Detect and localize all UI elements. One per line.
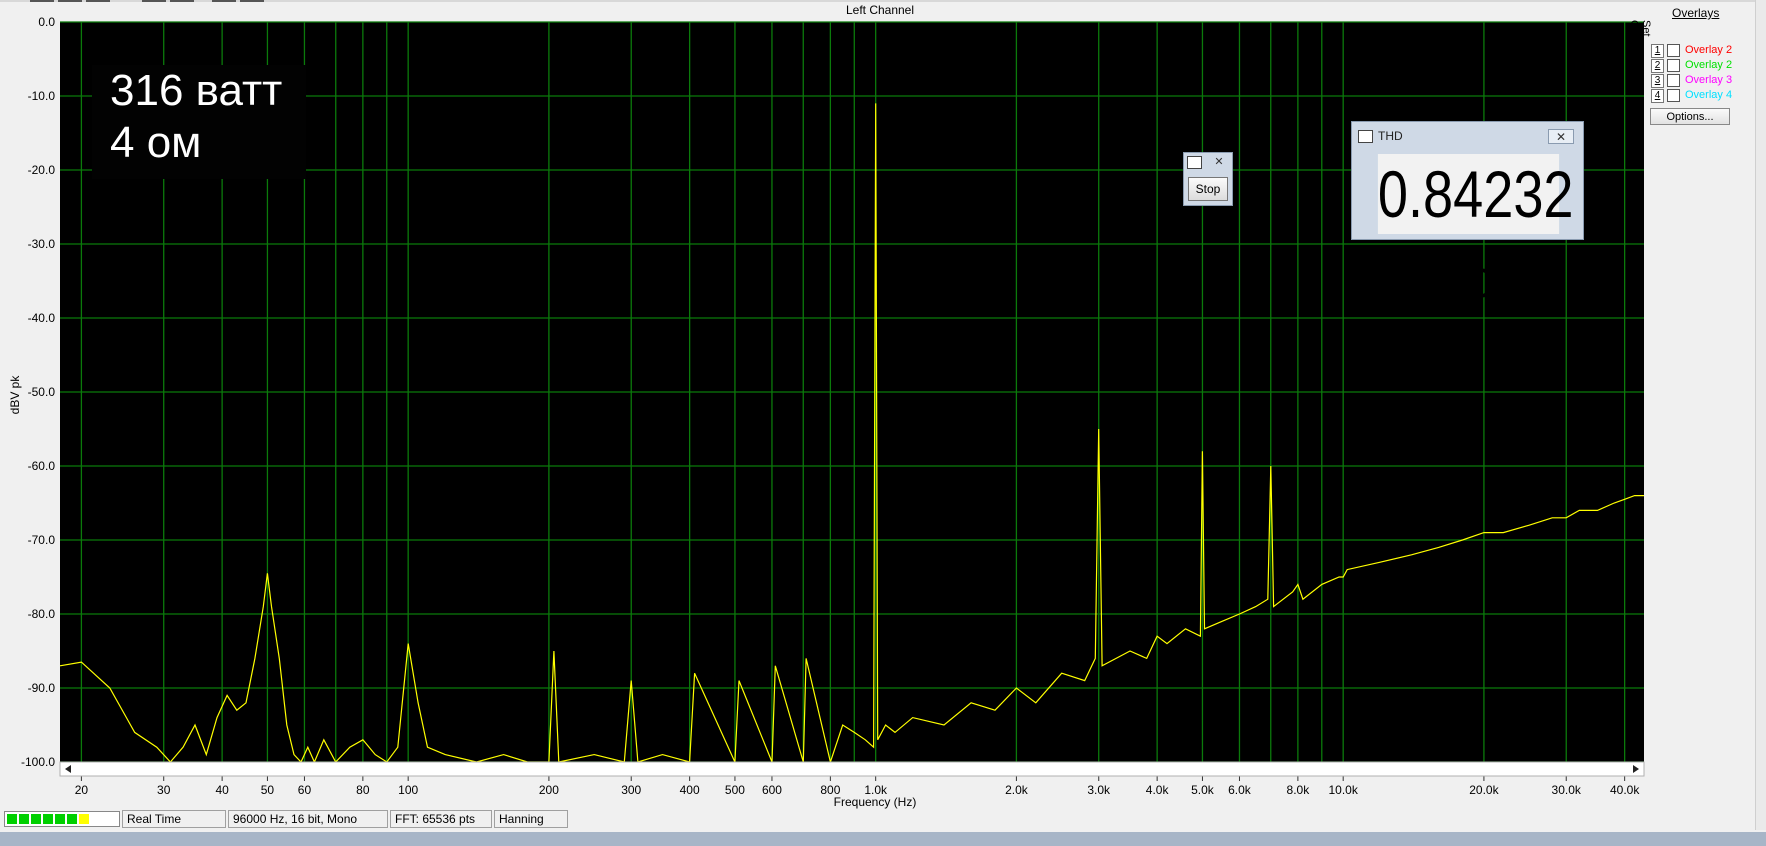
close-icon[interactable]: ✕ — [1211, 156, 1227, 169]
x-tick-label: 30.0k — [1552, 783, 1582, 797]
y-tick-label: -20.0 — [28, 163, 56, 177]
x-tick-label: 20 — [75, 783, 89, 797]
y-axis: 0.0 -10.0 -20.0 -30.0 -40.0 -50.0 -60.0 -70.0 -8… — [21, 15, 55, 769]
y-tick-label: -30.0 — [28, 237, 56, 251]
y-tick-label: -70.0 — [28, 533, 56, 547]
x-tick-label: 20.0k — [1469, 783, 1499, 797]
stop-button[interactable]: Stop — [1188, 177, 1228, 201]
y-tick-label: -100.0 — [21, 755, 55, 769]
x-tick-label: 500 — [725, 783, 745, 797]
overlay-label: Overlay 3 — [1685, 74, 1733, 86]
status-window: Hanning — [494, 810, 568, 828]
status-format: 96000 Hz, 16 bit, Mono — [228, 810, 388, 828]
y-tick-label: -80.0 — [28, 607, 56, 621]
overlay-label: Overlay 2 — [1685, 59, 1733, 71]
x-tick-label: 100 — [398, 783, 418, 797]
y-tick-label: -60.0 — [28, 459, 56, 473]
overlay-label: Overlay 2 — [1685, 44, 1733, 56]
x-tick-label: 50 — [261, 783, 275, 797]
overlay-set-button[interactable]: 4 — [1651, 89, 1664, 103]
stop-window: ✕ Stop — [1183, 152, 1233, 206]
x-tick-label: 40 — [215, 783, 229, 797]
x-tick-label: 30 — [157, 783, 171, 797]
y-axis-label: dBV pk — [8, 375, 22, 415]
annotation-line-power: 316 ватт — [110, 66, 283, 115]
x-tick-label: 80 — [356, 783, 370, 797]
x-tick-label: 300 — [621, 783, 641, 797]
annotation-box: 316 ватт 4 ом — [92, 65, 306, 179]
overlay-checkbox[interactable] — [1667, 74, 1680, 87]
overlay-label: Overlay 4 — [1685, 89, 1733, 101]
annotation-line-load: 4 ом — [110, 118, 202, 167]
y-tick-label: -50.0 — [28, 385, 56, 399]
thd-value: 0.84232 % — [1377, 154, 1574, 311]
options-button[interactable]: Options... — [1650, 108, 1730, 125]
y-tick-label: 0.0 — [38, 15, 55, 29]
thd-window-title: THD — [1378, 129, 1403, 143]
x-tick-label: 60 — [298, 783, 312, 797]
overlay-set-button[interactable]: 1 — [1651, 44, 1664, 58]
overlay-checkbox[interactable] — [1667, 44, 1680, 57]
thd-window: THD ✕ 0.84232 % — [1351, 121, 1584, 311]
x-tick-label: 3.0k — [1087, 783, 1111, 797]
overlays-title[interactable]: Overlays — [1672, 6, 1719, 20]
x-tick-label: 600 — [762, 783, 782, 797]
right-panel-edge — [1755, 0, 1766, 830]
status-fft: FFT: 65536 pts — [390, 810, 492, 828]
level-meter — [4, 811, 120, 827]
x-tick-label: 6.0k — [1228, 783, 1252, 797]
taskbar-band — [0, 832, 1766, 846]
x-tick-label: 200 — [539, 783, 559, 797]
x-tick-label: 10.0k — [1329, 783, 1359, 797]
x-tick-label: 40.0k — [1610, 783, 1640, 797]
x-tick-label: 5.0k — [1191, 783, 1215, 797]
overlay-checkbox[interactable] — [1667, 89, 1680, 102]
x-tick-label: 8.0k — [1287, 783, 1311, 797]
y-tick-label: -90.0 — [28, 681, 56, 695]
overlay-set-button[interactable]: 3 — [1651, 74, 1664, 88]
overlay-set-button[interactable]: 2 — [1651, 59, 1664, 73]
status-mode: Real Time — [122, 810, 226, 828]
overlays-header: Set On — [1628, 20, 1652, 37]
x-tick-label: 2.0k — [1005, 783, 1029, 797]
horizontal-scrollbar[interactable] — [59, 761, 1645, 777]
x-axis-label: Frequency (Hz) — [834, 795, 917, 809]
x-tick-label: 4.0k — [1146, 783, 1170, 797]
y-tick-label: -10.0 — [28, 89, 56, 103]
status-bar: Real Time 96000 Hz, 16 bit, Mono FFT: 65… — [0, 808, 1766, 830]
window-app-icon — [1187, 156, 1202, 169]
x-axis: 20 30 40 50 60 80 100 200 300 400 500 600 800 1.0k 2.0… — [75, 776, 1640, 797]
overlay-checkbox[interactable] — [1667, 59, 1680, 72]
y-tick-label: -40.0 — [28, 311, 56, 325]
close-icon[interactable]: ✕ — [1548, 129, 1574, 144]
window-app-icon — [1358, 130, 1373, 143]
x-tick-label: 400 — [680, 783, 700, 797]
